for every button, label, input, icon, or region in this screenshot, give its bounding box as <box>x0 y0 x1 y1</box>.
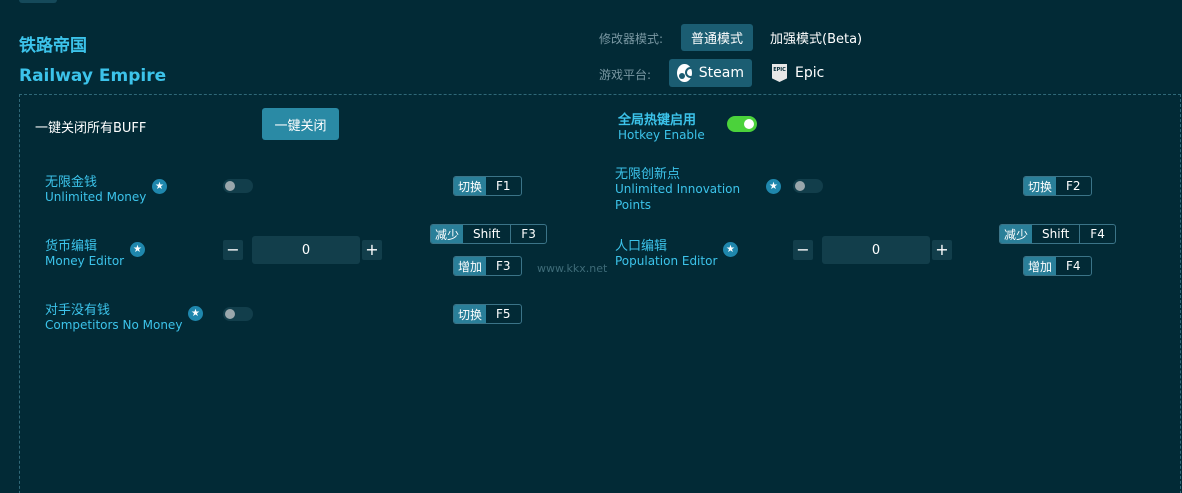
feature-population-editor-en: Population Editor <box>615 254 718 268</box>
platform-epic-label: Epic <box>795 65 825 81</box>
feature-unlimited-money-en: Unlimited Money <box>45 190 147 204</box>
unlimited-money-toggle[interactable] <box>223 179 253 193</box>
feature-innovation-cn: 无限创新点 <box>615 167 681 182</box>
population-increase-button[interactable]: + <box>932 240 952 260</box>
hotkey-key: F5 <box>496 307 511 321</box>
watermark: www.kkx.net <box>537 262 608 275</box>
money-value-input[interactable]: 0 <box>252 236 360 264</box>
money-increase-button[interactable]: + <box>362 240 382 260</box>
star-icon[interactable]: ★ <box>152 179 167 194</box>
feature-unlimited-money-cn: 无限金钱 <box>45 175 98 190</box>
hotkey-enable-label-cn: 全局热键启用 <box>618 113 697 128</box>
hotkey-key: F3 <box>510 225 546 243</box>
hotkey-tag: 增加 <box>1024 257 1057 275</box>
innovation-hotkey[interactable]: 切换 F2 <box>1023 176 1092 196</box>
cheat-panel <box>19 94 1181 493</box>
star-icon[interactable]: ★ <box>130 242 145 257</box>
hotkey-key: F4 <box>1066 259 1081 273</box>
hotkey-tag: 切换 <box>454 305 487 323</box>
competitors-toggle[interactable] <box>223 307 253 321</box>
hotkey-key: F2 <box>1066 179 1081 193</box>
game-title-cn: 铁路帝国 <box>19 36 87 56</box>
innovation-toggle[interactable] <box>793 179 823 193</box>
population-value-input[interactable]: 0 <box>822 236 930 264</box>
star-icon[interactable]: ★ <box>766 179 781 194</box>
competitors-hotkey[interactable]: 切换 F5 <box>453 304 522 324</box>
hotkey-enable-toggle[interactable] <box>727 116 757 132</box>
star-icon[interactable]: ★ <box>188 306 203 321</box>
population-increase-hotkey[interactable]: 增加 F4 <box>1023 256 1092 276</box>
hotkey-tag: 减少 <box>1000 225 1033 243</box>
close-all-label: 一键关闭所有BUFF <box>35 121 147 136</box>
money-increase-hotkey[interactable]: 增加 F3 <box>453 256 522 276</box>
feature-population-editor-cn: 人口编辑 <box>615 239 668 254</box>
hotkey-enable-label-en: Hotkey Enable <box>618 128 705 142</box>
hotkey-key: F1 <box>496 179 511 193</box>
platform-steam-button[interactable]: Steam <box>669 59 752 87</box>
feature-competitors-cn: 对手没有钱 <box>45 303 111 318</box>
mode-enhanced-button[interactable]: 加强模式(Beta) <box>762 24 870 51</box>
unlimited-money-hotkey[interactable]: 切换 F1 <box>453 176 522 196</box>
hotkey-modifier: Shift <box>473 227 501 241</box>
feature-money-editor-en: Money Editor <box>45 254 125 268</box>
steam-icon <box>677 64 696 82</box>
population-decrease-button[interactable]: − <box>793 240 813 260</box>
feature-money-editor-cn: 货币编辑 <box>45 239 98 254</box>
epic-icon: EPIC <box>772 64 787 82</box>
hotkey-key: F4 <box>1079 225 1115 243</box>
hotkey-tag: 减少 <box>431 225 464 243</box>
feature-innovation-en: Unlimited Innovation Points <box>615 182 741 212</box>
platform-label: 游戏平台: <box>599 68 652 82</box>
hotkey-key: F3 <box>496 259 511 273</box>
hotkey-tag: 切换 <box>1024 177 1057 195</box>
hotkey-tag: 增加 <box>454 257 487 275</box>
close-all-button[interactable]: 一键关闭 <box>262 108 339 140</box>
star-icon[interactable]: ★ <box>723 242 738 257</box>
platform-epic-button[interactable]: EPIC Epic <box>764 59 832 87</box>
feature-competitors-en: Competitors No Money <box>45 318 183 332</box>
hotkey-modifier: Shift <box>1042 227 1070 241</box>
hotkey-tag: 切换 <box>454 177 487 195</box>
money-decrease-button[interactable]: − <box>223 240 243 260</box>
mode-normal-button[interactable]: 普通模式 <box>681 24 753 51</box>
money-decrease-hotkey[interactable]: 减少 Shift F3 <box>430 224 547 244</box>
top-tab[interactable] <box>19 0 57 3</box>
game-title-en: Railway Empire <box>19 66 167 86</box>
population-decrease-hotkey[interactable]: 减少 Shift F4 <box>999 224 1116 244</box>
mode-label: 修改器模式: <box>599 32 664 46</box>
platform-steam-label: Steam <box>698 65 744 81</box>
